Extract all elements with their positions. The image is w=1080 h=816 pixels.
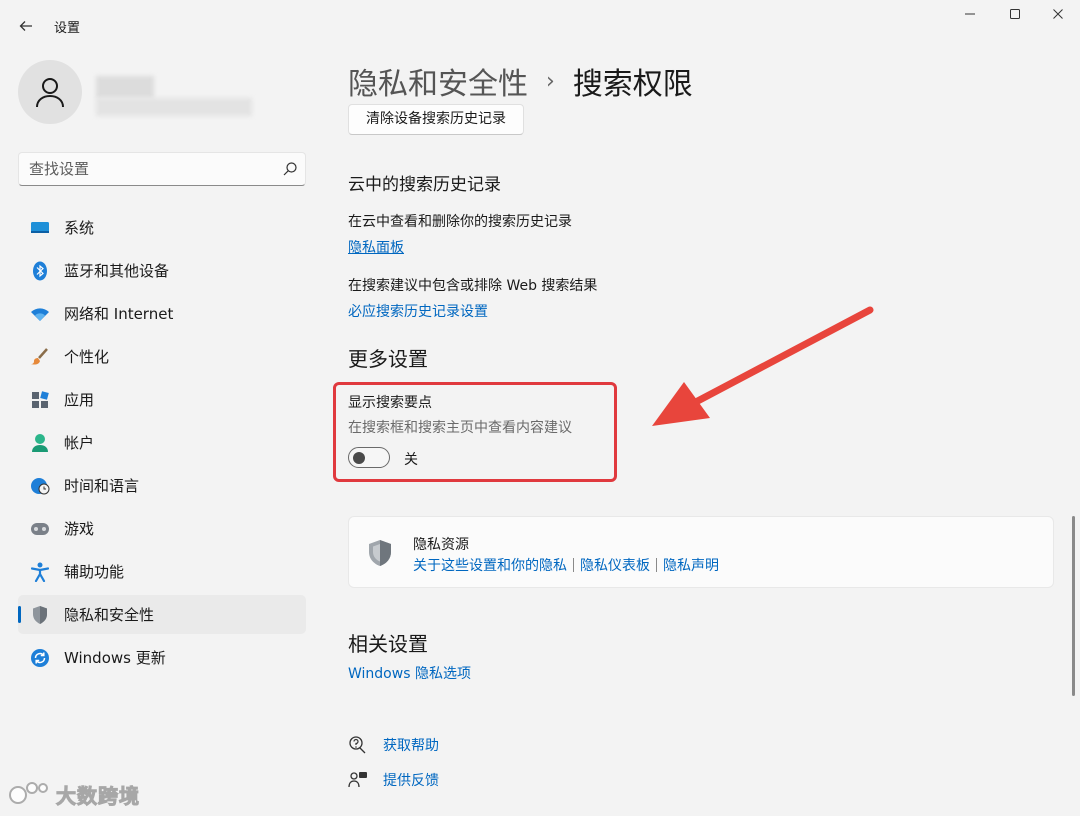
sidebar-item-system[interactable]: 系统 xyxy=(18,208,306,247)
account-icon xyxy=(30,433,50,453)
back-button[interactable] xyxy=(14,14,38,38)
more-settings-title: 更多设置 xyxy=(348,347,428,371)
brush-icon xyxy=(30,347,50,367)
monitor-icon xyxy=(30,218,50,238)
user-icon xyxy=(36,78,64,108)
avatar[interactable] xyxy=(18,60,82,124)
privacy-resources-title: 隐私资源 xyxy=(413,537,469,553)
sidebar-item-apps[interactable]: 应用 xyxy=(18,380,306,419)
maximize-button[interactable] xyxy=(995,6,1035,26)
red-arrow-annotation xyxy=(652,306,874,426)
breadcrumb: 隐私和安全性 › 搜索权限 xyxy=(348,58,693,104)
close-button[interactable] xyxy=(1038,6,1078,26)
globe-clock-icon xyxy=(30,476,50,496)
shield-icon xyxy=(369,540,391,566)
minimize-button[interactable] xyxy=(950,6,990,26)
gamepad-icon xyxy=(30,519,50,539)
about-settings-privacy-link[interactable]: 关于这些设置和你的隐私 xyxy=(413,555,567,575)
breadcrumb-parent-link[interactable]: 隐私和安全性 xyxy=(348,59,528,103)
shield-icon xyxy=(30,605,50,625)
sidebar-item-gaming[interactable]: 游戏 xyxy=(18,509,306,548)
blurred-user-email xyxy=(96,98,252,116)
page-title: 搜索权限 xyxy=(572,67,693,102)
feedback-link[interactable]: 提供反馈 xyxy=(348,770,439,790)
sidebar-item-accounts[interactable]: 帐户 xyxy=(18,423,306,462)
toggle-knob xyxy=(353,452,365,464)
watermark-logo: 大数跨境 xyxy=(8,776,140,812)
toggle-state-label: 关 xyxy=(404,452,418,468)
sidebar-item-privacy-security[interactable]: 隐私和安全性 xyxy=(18,595,306,634)
privacy-dashboard-card-link[interactable]: 隐私仪表板 xyxy=(580,555,650,575)
maximize-icon xyxy=(1010,9,1020,19)
sidebar-item-windows-update[interactable]: Windows 更新 xyxy=(18,638,306,677)
link-divider xyxy=(573,558,574,572)
accessibility-icon xyxy=(30,562,50,582)
bing-history-link[interactable]: 必应搜索历史记录设置 xyxy=(348,301,488,321)
chevron-right-icon: › xyxy=(546,68,555,94)
search-highlights-title: 显示搜索要点 xyxy=(348,395,432,411)
privacy-resources-card: 隐私资源 关于这些设置和你的隐私 隐私仪表板 隐私声明 xyxy=(348,516,1054,588)
bluetooth-icon xyxy=(30,261,50,281)
clear-device-history-button[interactable]: 清除设备搜索历史记录 xyxy=(348,104,524,135)
sidebar-item-accessibility[interactable]: 辅助功能 xyxy=(18,552,306,591)
arrow-left-icon xyxy=(19,21,32,31)
apps-icon xyxy=(30,390,50,410)
settings-search-box[interactable] xyxy=(18,152,306,186)
privacy-dashboard-link[interactable]: 隐私面板 xyxy=(348,237,404,257)
privacy-statement-link[interactable]: 隐私声明 xyxy=(663,555,719,575)
watermark-icon xyxy=(9,782,48,804)
sidebar-item-time-language[interactable]: 时间和语言 xyxy=(18,466,306,505)
windows-privacy-options-link[interactable]: Windows 隐私选项 xyxy=(348,663,471,683)
sidebar-item-network[interactable]: 网络和 Internet xyxy=(18,294,306,333)
privacy-resources-links: 关于这些设置和你的隐私 隐私仪表板 隐私声明 xyxy=(413,555,719,575)
blurred-user-name xyxy=(96,76,154,98)
minimize-icon xyxy=(965,13,975,15)
help-icon xyxy=(348,735,368,755)
search-highlights-desc: 在搜索框和搜索主页中查看内容建议 xyxy=(348,420,572,436)
include-web-desc: 在搜索建议中包含或排除 Web 搜索结果 xyxy=(348,278,598,294)
title-bar: 设置 xyxy=(0,0,1080,50)
get-help-link[interactable]: 获取帮助 xyxy=(348,735,439,755)
related-settings-title: 相关设置 xyxy=(348,632,428,656)
feedback-icon xyxy=(348,770,368,790)
update-icon xyxy=(30,648,50,668)
app-title: 设置 xyxy=(54,21,81,36)
sidebar-item-bluetooth[interactable]: 蓝牙和其他设备 xyxy=(18,251,306,290)
sidebar-nav: 系统 蓝牙和其他设备 网络和 Internet 个性化 应用 帐户 时间和语言 … xyxy=(18,208,306,681)
cloud-view-desc: 在云中查看和删除你的搜索历史记录 xyxy=(348,214,572,230)
sidebar-item-personalization[interactable]: 个性化 xyxy=(18,337,306,376)
search-input[interactable] xyxy=(29,159,269,179)
close-icon xyxy=(1053,9,1063,19)
scrollbar[interactable] xyxy=(1072,516,1075,696)
search-icon[interactable] xyxy=(281,160,299,178)
search-highlights-toggle[interactable] xyxy=(348,447,390,468)
wifi-icon xyxy=(30,304,50,324)
cloud-history-title: 云中的搜索历史记录 xyxy=(348,175,501,195)
link-divider xyxy=(656,558,657,572)
